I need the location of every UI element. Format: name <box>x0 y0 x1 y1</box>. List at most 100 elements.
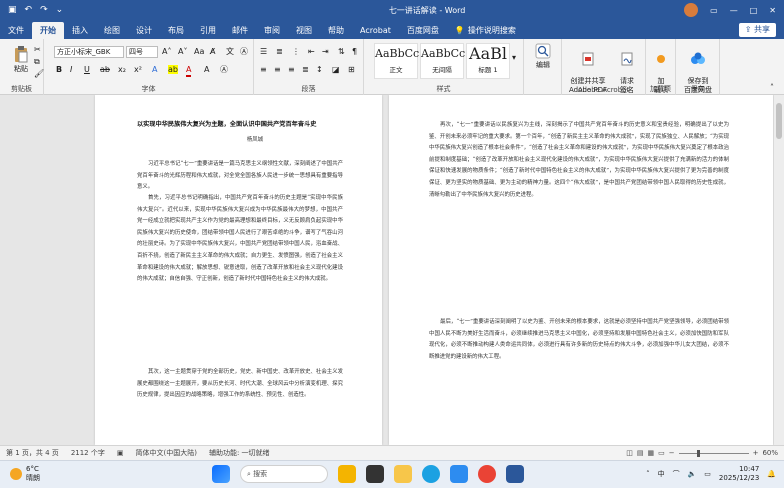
battery-icon[interactable]: ▭ <box>704 470 711 478</box>
weather-widget[interactable]: 6°C 晴朗 <box>10 465 40 483</box>
notifications-icon[interactable]: 🔔 <box>767 470 776 478</box>
start-icon[interactable] <box>212 465 230 483</box>
change-case-icon[interactable]: Aa <box>194 47 204 57</box>
shrink-font-icon[interactable]: A˅ <box>178 47 187 57</box>
text-effects-icon[interactable]: A <box>152 65 157 75</box>
format-painter-icon[interactable]: 🖌 <box>34 69 44 79</box>
clear-format-icon[interactable]: A̸ <box>210 47 215 57</box>
zoom-slider-thumb[interactable] <box>696 449 700 457</box>
zoom-level[interactable]: 60% <box>762 449 778 457</box>
increase-indent-icon[interactable]: ⇥ <box>322 47 329 57</box>
shading-icon[interactable]: ◪ <box>332 65 340 75</box>
tab-5[interactable]: 布局 <box>160 22 192 39</box>
network-icon[interactable]: ⌒ <box>673 469 680 479</box>
underline-icon[interactable]: U <box>84 65 90 75</box>
word-count[interactable]: 2112 个字 <box>65 448 111 458</box>
tab-0[interactable]: 文件 <box>0 22 32 39</box>
style-no-spacing[interactable]: AaBbCc 无间隔 <box>420 43 465 79</box>
tell-me-search[interactable]: 💡 操作说明搜索 <box>447 22 524 39</box>
system-clock[interactable]: 10:47 2025/12/23 <box>719 465 759 483</box>
language-status[interactable]: 简体中文(中国大陆) <box>129 448 202 458</box>
tab-12[interactable]: 百度网盘 <box>399 22 447 39</box>
proofing-icon[interactable]: ▣ <box>111 449 130 457</box>
baidu-netdisk-taskbar-icon[interactable] <box>450 465 468 483</box>
customize-qat-icon[interactable]: ⌄ <box>56 5 64 15</box>
italic-icon[interactable]: I <box>70 65 72 75</box>
edge-icon[interactable] <box>422 465 440 483</box>
minimize-icon[interactable]: — <box>730 6 738 15</box>
chrome-icon[interactable] <box>478 465 496 483</box>
style-normal[interactable]: AaBbCc 正文 <box>374 43 419 79</box>
collapse-ribbon-icon[interactable]: ˄ <box>770 83 774 93</box>
read-mode-icon[interactable]: ▤ <box>637 449 644 457</box>
align-left-icon[interactable]: ≡ <box>260 65 267 75</box>
subscript-icon[interactable]: x₂ <box>118 65 126 75</box>
zoom-slider[interactable] <box>678 449 749 457</box>
superscript-icon[interactable]: x² <box>134 65 142 75</box>
paste-button[interactable]: 粘贴 <box>6 45 36 74</box>
vertical-scrollbar[interactable] <box>774 95 784 445</box>
ribbon-display-icon[interactable]: ▭ <box>710 6 718 15</box>
char-shading-icon[interactable]: A <box>204 65 209 75</box>
page-2[interactable]: 再次，“七一”重要讲话以民族复兴为主线，深刻揭示了中国共产党百年奋斗的历史意义和… <box>389 95 773 445</box>
volume-icon[interactable]: 🔈 <box>688 470 697 478</box>
bullets-icon[interactable]: ☰ <box>260 47 267 57</box>
tab-9[interactable]: 视图 <box>288 22 320 39</box>
tab-3[interactable]: 绘图 <box>96 22 128 39</box>
show-marks-icon[interactable]: ¶ <box>352 47 357 57</box>
maximize-icon[interactable]: □ <box>750 6 758 15</box>
task-view-icon[interactable] <box>366 465 384 483</box>
align-center-icon[interactable]: ≡ <box>274 65 281 75</box>
font-color-icon[interactable]: A <box>186 65 192 77</box>
accessibility-status[interactable]: 辅助功能: 一切就绪 <box>203 448 276 458</box>
page-1[interactable]: 以实现中华民族伟大复兴为主题，全面认识中国共产党百年奋斗史 杨凤城 习近平总书记… <box>95 95 382 445</box>
font-name-select[interactable]: 方正小标宋_GBK <box>54 46 124 58</box>
tab-10[interactable]: 帮助 <box>320 22 352 39</box>
page-count[interactable]: 第 1 页，共 4 页 <box>0 448 65 458</box>
sort-icon[interactable]: ⇅ <box>338 47 345 57</box>
widgets-icon[interactable] <box>338 465 356 483</box>
share-button[interactable]: ⇪ 共享 <box>738 22 776 37</box>
taskbar-search[interactable]: ⌕ 搜索 <box>240 465 328 483</box>
borders-icon[interactable]: ⊞ <box>348 65 355 75</box>
numbering-icon[interactable]: ≣ <box>276 47 283 57</box>
multilevel-list-icon[interactable]: ⋮ <box>292 47 300 57</box>
bold-icon[interactable]: B <box>56 65 62 75</box>
copy-icon[interactable]: ⧉ <box>34 57 40 67</box>
highlight-icon[interactable]: ab <box>168 65 178 75</box>
justify-icon[interactable]: ≣ <box>302 65 309 75</box>
web-layout-icon[interactable]: ▭ <box>658 449 665 457</box>
tab-11[interactable]: Acrobat <box>352 22 399 39</box>
char-border-icon[interactable]: Ⓐ <box>220 65 228 75</box>
tab-1[interactable]: 开始 <box>32 22 64 39</box>
tab-4[interactable]: 设计 <box>128 22 160 39</box>
focus-mode-icon[interactable]: ◫ <box>626 449 633 457</box>
tab-6[interactable]: 引用 <box>192 22 224 39</box>
font-size-select[interactable]: 四号 <box>126 46 158 58</box>
print-layout-icon[interactable]: ▦ <box>647 449 654 457</box>
file-explorer-icon[interactable] <box>394 465 412 483</box>
grow-font-icon[interactable]: A˄ <box>162 47 171 57</box>
close-icon[interactable]: ✕ <box>769 6 776 15</box>
cut-icon[interactable]: ✂ <box>34 45 41 55</box>
enclose-char-icon[interactable]: Ⓐ <box>240 47 248 57</box>
decrease-indent-icon[interactable]: ⇤ <box>308 47 315 57</box>
scrollbar-thumb[interactable] <box>776 103 782 139</box>
styles-more-icon[interactable]: ▾ <box>512 53 516 63</box>
phonetic-guide-icon[interactable]: 文 <box>226 47 234 57</box>
tab-2[interactable]: 插入 <box>64 22 96 39</box>
tab-8[interactable]: 审阅 <box>256 22 288 39</box>
strikethrough-icon[interactable]: ab <box>100 65 110 75</box>
input-language[interactable]: 中 <box>658 469 665 479</box>
style-heading-1[interactable]: AaBl 标题 1 <box>466 43 510 79</box>
save-icon[interactable]: ▣ <box>8 5 17 15</box>
avatar[interactable] <box>684 3 699 17</box>
zoom-in-icon[interactable]: + <box>753 449 759 457</box>
show-hidden-icons[interactable]: ˄ <box>646 470 650 478</box>
editing-button[interactable]: 编辑 <box>528 43 558 70</box>
undo-icon[interactable]: ↶ <box>25 5 33 15</box>
word-taskbar-icon[interactable] <box>506 465 524 483</box>
redo-icon[interactable]: ↷ <box>40 5 48 15</box>
line-spacing-icon[interactable]: ↕ <box>316 65 323 75</box>
align-right-icon[interactable]: ≡ <box>288 65 295 75</box>
